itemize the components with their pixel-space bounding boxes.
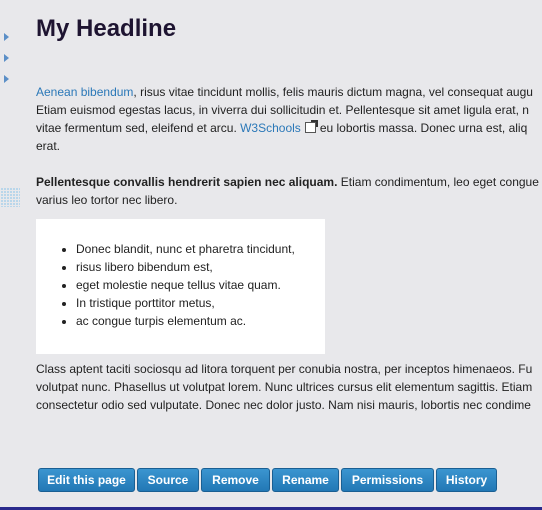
aenean-link[interactable]: Aenean bibendum bbox=[36, 85, 133, 99]
list-item: ac congue turpis elementum ac. bbox=[76, 312, 295, 330]
list-item: eget molestie neque tellus vitae quam. bbox=[76, 276, 295, 294]
sidebar-pattern bbox=[0, 187, 20, 207]
sidebar-arrow-icon[interactable] bbox=[4, 75, 9, 83]
remove-button[interactable]: Remove bbox=[201, 468, 270, 492]
paragraph-3: Class aptent taciti sociosqu ad litora t… bbox=[36, 362, 533, 412]
sidebar-arrow-icon[interactable] bbox=[4, 33, 9, 41]
paragraph-2: Pellentesque convallis hendrerit sapien … bbox=[36, 175, 539, 207]
edit-page-button[interactable]: Edit this page bbox=[38, 468, 135, 492]
list-item: Donec blandit, nunc et pharetra tincidun… bbox=[76, 240, 295, 258]
list-item: risus libero bibendum est, bbox=[76, 258, 295, 276]
page-headline: My Headline bbox=[36, 15, 177, 42]
rename-button[interactable]: Rename bbox=[272, 468, 339, 492]
list-item: In tristique porttitor metus, bbox=[76, 294, 295, 312]
external-link-icon[interactable] bbox=[304, 120, 318, 133]
bullet-list-box: Donec blandit, nunc et pharetra tincidun… bbox=[36, 219, 325, 354]
history-button[interactable]: History bbox=[436, 468, 497, 492]
bullet-list: Donec blandit, nunc et pharetra tincidun… bbox=[36, 240, 295, 330]
sidebar-arrow-icon[interactable] bbox=[4, 54, 9, 62]
w3schools-link[interactable]: W3Schools bbox=[240, 121, 301, 135]
source-button[interactable]: Source bbox=[137, 468, 199, 492]
permissions-button[interactable]: Permissions bbox=[341, 468, 434, 492]
paragraph-1: Aenean bibendum, risus vitae tincidunt m… bbox=[36, 85, 533, 153]
